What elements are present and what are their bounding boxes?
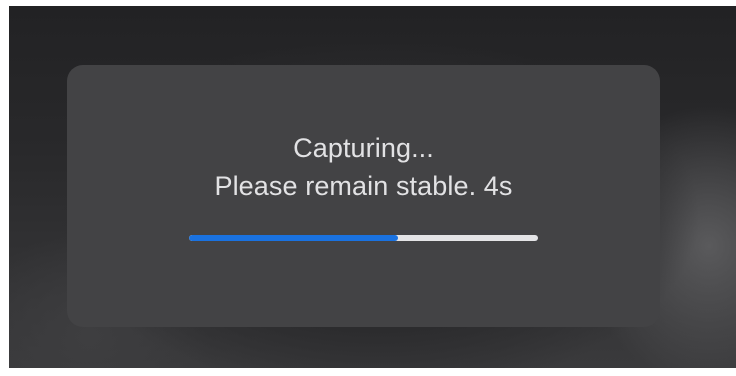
capture-status-message: Please remain stable. 4s: [214, 171, 513, 201]
capture-status-panel: Capturing... Please remain stable. 4s: [67, 65, 660, 327]
camera-preview-background: Capturing... Please remain stable. 4s: [9, 6, 736, 368]
screen: Capturing... Please remain stable. 4s: [0, 0, 736, 376]
capture-progress-fill: [189, 235, 399, 241]
capture-progress-bar: [189, 235, 538, 241]
capture-status-title: Capturing...: [293, 133, 434, 163]
